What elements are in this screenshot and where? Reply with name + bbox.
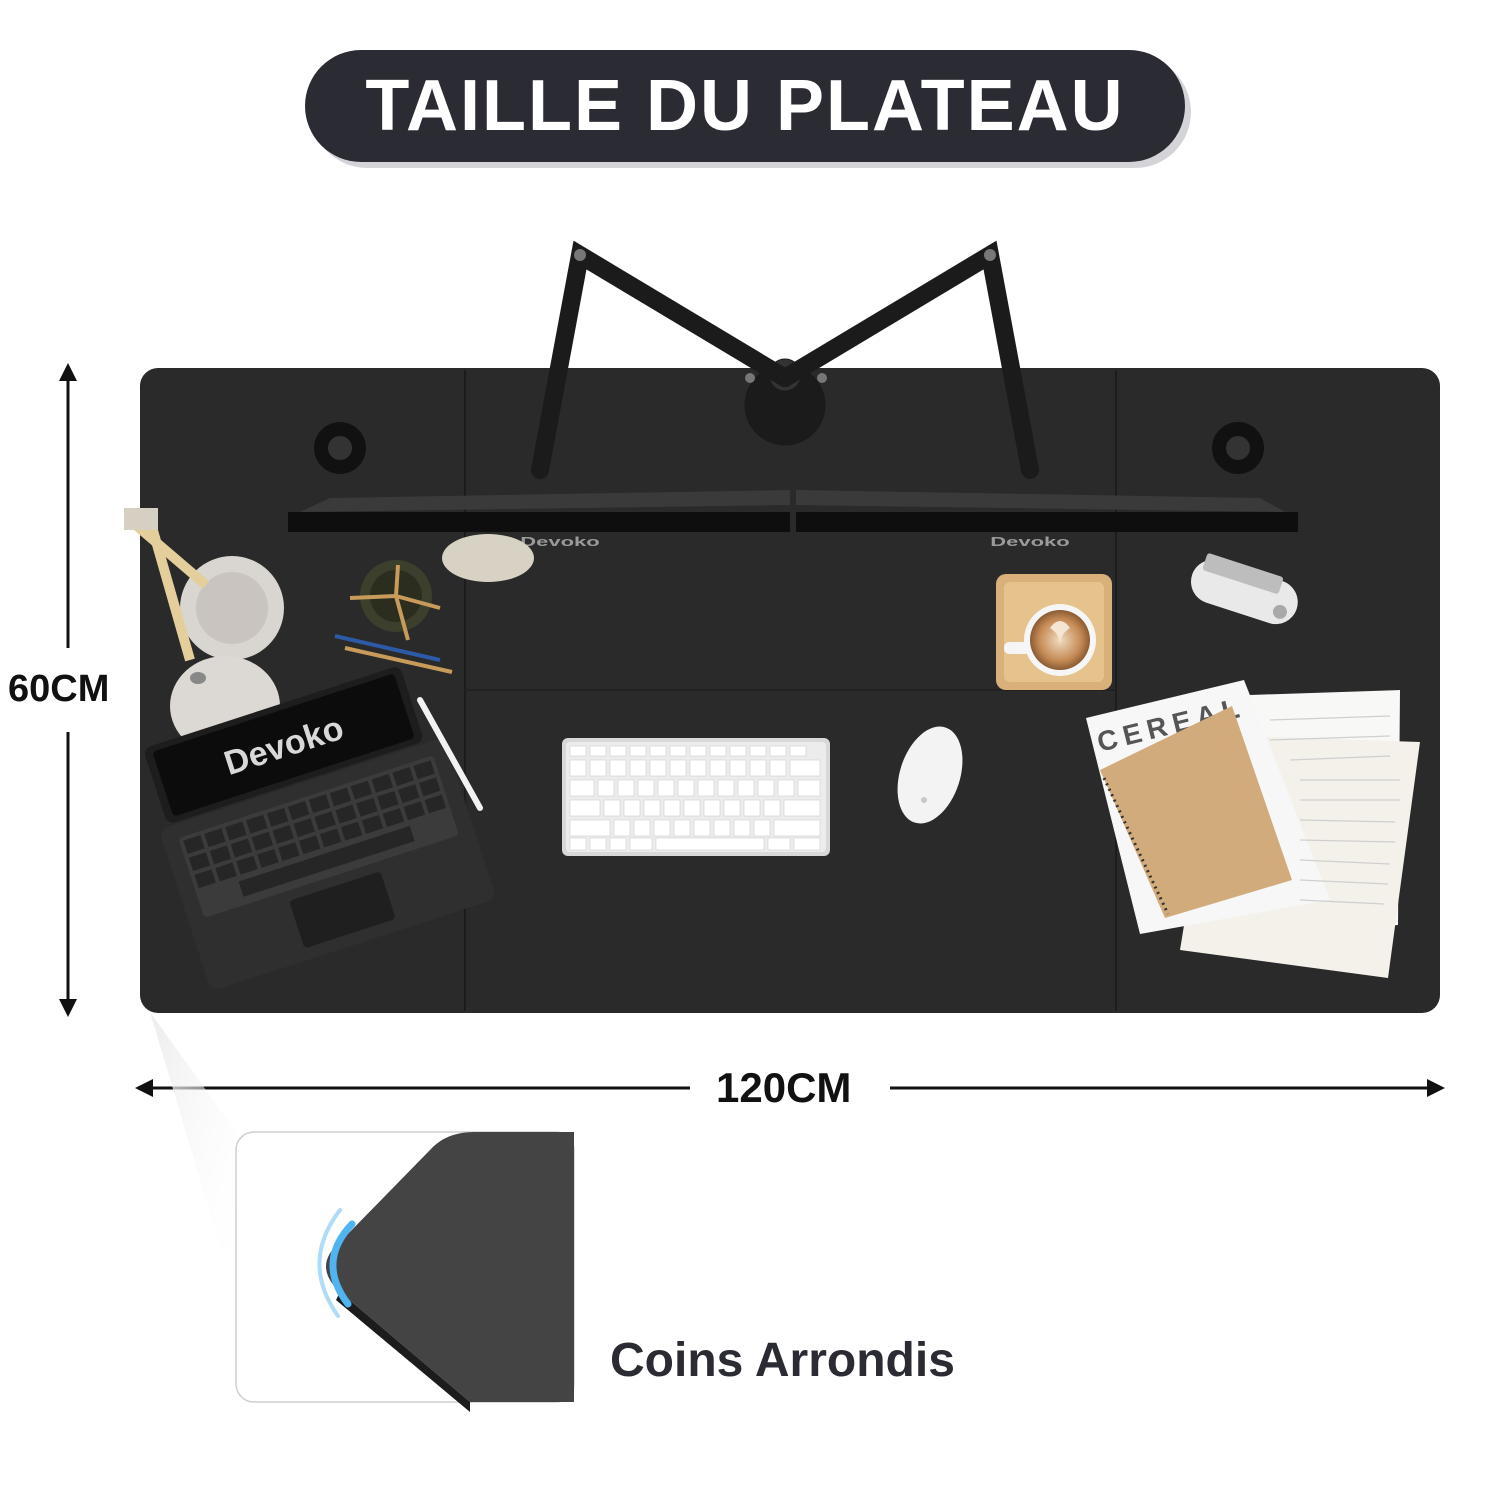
width-dimension-label: 120CM xyxy=(716,1064,852,1111)
height-dimension-label: 60CM xyxy=(8,668,110,710)
monitor-left-logo: Devoko xyxy=(520,534,599,549)
coffee-tray xyxy=(996,574,1112,690)
keyboard xyxy=(562,738,830,856)
cable-grommet-left xyxy=(314,422,366,474)
corner-feature-label: Coins Arrondis xyxy=(610,1334,955,1387)
desk-illustration: Devoko Devoko Devoko CEREAL xyxy=(59,240,1445,1412)
stone-bowl xyxy=(442,534,534,582)
cable-grommet-right xyxy=(1212,422,1264,474)
corner-detail-card xyxy=(235,1131,575,1412)
corner-zoom-beam xyxy=(150,1012,236,1300)
monitor-right-logo: Devoko xyxy=(990,534,1069,549)
